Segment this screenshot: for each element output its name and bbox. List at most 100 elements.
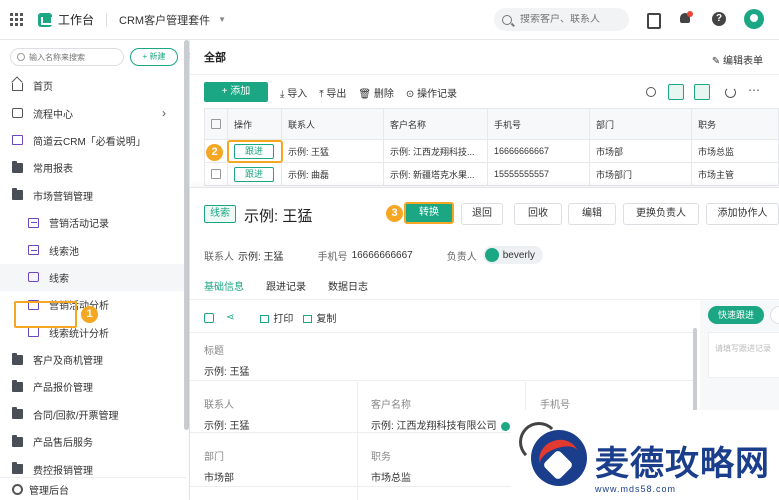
lead-table: 操作 联系人 客户名称 手机号 部门 职务 跟进 示例: 王猛 示例: 江西龙翔… — [204, 108, 779, 186]
suite-title[interactable]: CRM客户管理套件 — [119, 12, 210, 28]
edit-button[interactable]: 编辑 — [568, 203, 616, 225]
sidebar-item-home[interactable]: 首页 — [0, 72, 186, 99]
export-button[interactable]: ⤒ 导出 — [319, 85, 346, 100]
document-icon[interactable] — [645, 12, 661, 29]
field-label: 客户名称 — [371, 400, 411, 411]
field-label: 职务 — [371, 452, 391, 463]
refresh-icon[interactable] — [722, 84, 738, 100]
help-icon[interactable]: ? — [712, 12, 726, 26]
sidebar-item-customers[interactable]: 客户及商机管理 — [0, 346, 186, 373]
column-header[interactable]: 操作 — [227, 108, 282, 140]
phone-cell: 16666666667 — [487, 139, 590, 163]
folder-icon — [12, 379, 23, 392]
column-header[interactable]: 联系人 — [281, 108, 384, 140]
field-value: 示例: 江西龙翔科技有限公司 — [371, 417, 510, 432]
lead-icon — [28, 272, 39, 283]
print-icon — [260, 315, 270, 324]
phone-label: 手机号 — [317, 251, 348, 263]
bell-icon[interactable] — [678, 11, 693, 26]
import-button[interactable]: ⤓ 导入 — [280, 85, 307, 100]
select-all-checkbox[interactable] — [211, 119, 221, 130]
share-icon[interactable]: ⋖ — [226, 312, 234, 323]
folder-icon — [12, 188, 23, 201]
gear-icon — [12, 483, 23, 495]
main-header: 全部 — [190, 40, 779, 75]
dept-cell: 市场部 — [589, 139, 692, 163]
sidebar-item-label: 简道云CRM「必看说明」 — [33, 136, 146, 148]
sidebar-search-input[interactable] — [29, 52, 119, 62]
sidebar-item-after-sales[interactable]: 产品售后服务 — [0, 428, 186, 455]
delete-button[interactable]: 🗑 删除 — [358, 85, 393, 100]
column-header[interactable]: 部门 — [589, 108, 692, 140]
wechat-icon[interactable] — [500, 421, 510, 431]
step-marker-3: 3 — [386, 205, 403, 222]
convert-button[interactable]: 转换 — [404, 202, 454, 224]
return-button[interactable]: 退回 — [461, 203, 503, 225]
global-search-input[interactable] — [520, 14, 620, 25]
divider — [357, 382, 358, 500]
image-icon[interactable] — [204, 312, 214, 323]
table-row[interactable]: 跟进 示例: 曲磊 示例: 新疆塔克水果... 15555555557 市场部门… — [204, 162, 779, 186]
sidebar-scrollbar[interactable] — [184, 40, 189, 430]
follow-option-button[interactable] — [770, 306, 779, 324]
new-button[interactable]: + 新建 — [130, 48, 178, 66]
watermark: 麦德攻略网 www.mds58.com — [511, 410, 779, 500]
import-label: 导入 — [287, 88, 308, 100]
row-select-cell — [204, 162, 228, 186]
sidebar-item-lead-pool[interactable]: 线索池 — [0, 236, 186, 263]
recycle-button[interactable]: 回收 — [514, 203, 562, 225]
divider — [190, 332, 695, 333]
chevron-down-icon[interactable]: ▼ — [218, 15, 226, 24]
app-title[interactable]: 工作台 — [58, 11, 94, 28]
sidebar-item-label: 线索 — [49, 273, 69, 285]
position-cell: 市场总监 — [691, 139, 779, 163]
add-button[interactable]: + 添加 — [204, 82, 268, 102]
copy-button[interactable]: 复制 — [303, 310, 336, 325]
apps-grid-icon[interactable] — [10, 12, 24, 27]
global-search[interactable] — [494, 8, 629, 31]
column-header[interactable]: 客户名称 — [383, 108, 488, 140]
chart-icon — [28, 327, 39, 338]
sidebar-item-leads[interactable]: 线索 — [0, 263, 186, 292]
flow-icon — [12, 108, 23, 119]
position-field: 职务 市场总监 — [371, 448, 411, 484]
quick-follow-button[interactable]: 快速跟进 — [708, 306, 764, 324]
add-collaborator-button[interactable]: 添加协作人 — [706, 203, 779, 225]
sidebar-item-label: 产品售后服务 — [33, 438, 93, 450]
view-icon[interactable] — [694, 84, 710, 100]
column-header[interactable]: 职务 — [691, 108, 779, 140]
sidebar-search[interactable] — [10, 48, 124, 66]
field-value: 市场部 — [204, 473, 234, 484]
sidebar-item-flow-center[interactable]: 流程中心 › — [0, 99, 186, 126]
step-marker-1: 1 — [81, 306, 98, 323]
column-header[interactable]: 手机号 — [487, 108, 590, 140]
follow-up-button[interactable]: 跟进 — [234, 166, 274, 182]
search-icon[interactable] — [643, 84, 659, 100]
more-icon[interactable]: ⋯ — [748, 84, 764, 100]
edit-form-button[interactable]: ✎ 编辑表单 — [712, 52, 763, 67]
sidebar-item-reports[interactable]: 常用报表 — [0, 154, 186, 181]
sidebar-item-campaign-records[interactable]: 营销活动记录 — [0, 209, 186, 236]
sidebar-item-quotes[interactable]: 产品报价管理 — [0, 373, 186, 400]
sidebar-item-crm-guide[interactable]: 简道云CRM「必看说明」 — [0, 127, 186, 154]
sidebar-item-marketing[interactable]: 市场营销管理 — [0, 182, 186, 209]
top-bar: 工作台 CRM客户管理套件 ▼ ? — [0, 0, 779, 40]
table-row[interactable]: 跟进 示例: 王猛 示例: 江西龙翔科技... 16666666667 市场部 … — [204, 139, 779, 163]
operation-log-button[interactable]: ⊙ 操作记录 — [406, 85, 457, 100]
sidebar-item-contracts[interactable]: 合同/回款/开票管理 — [0, 401, 186, 428]
search-icon — [502, 14, 512, 25]
filter-icon[interactable] — [668, 84, 684, 100]
print-button[interactable]: 打印 — [260, 310, 293, 325]
highlight-box — [227, 140, 283, 163]
step-marker-2: 2 — [206, 144, 223, 161]
workbench-logo-icon — [38, 12, 53, 27]
list-toolbar: + 添加 ⤓ 导入 ⤒ 导出 🗑 删除 ⊙ 操作记录 — [204, 82, 457, 102]
form-icon — [28, 217, 39, 228]
admin-backend-link[interactable]: 管理后台 — [0, 477, 186, 500]
follow-record-input[interactable]: 请填写跟进记录 — [708, 332, 779, 378]
avatar[interactable] — [744, 9, 764, 29]
highlight-box — [14, 301, 77, 328]
owner-chip[interactable]: beverly — [482, 246, 543, 264]
change-owner-button[interactable]: 更换负责人 — [623, 203, 699, 225]
row-checkbox[interactable] — [211, 169, 221, 180]
